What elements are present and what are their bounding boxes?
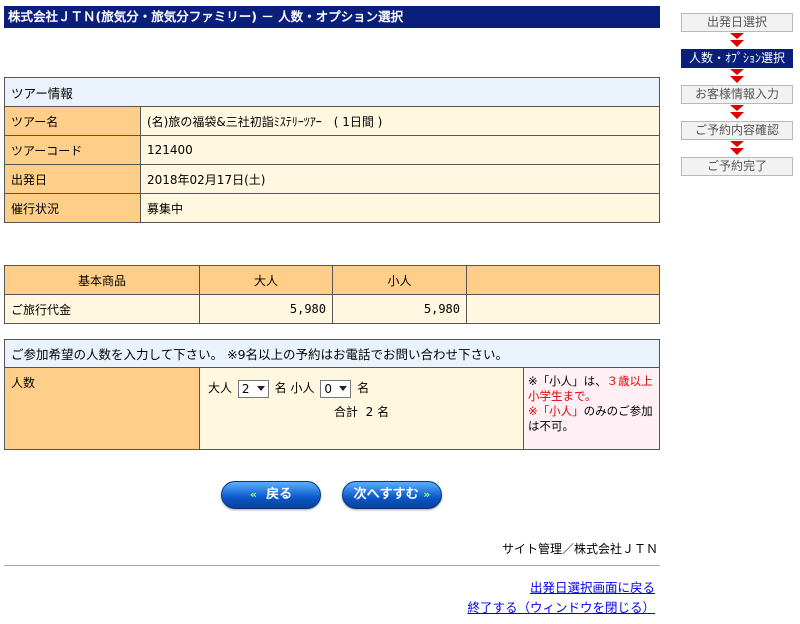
close-window-link[interactable]: 終了する（ウィンドウを閉じる） [467,597,655,616]
tour-name-label: ツアー名 [4,106,141,136]
chevron-down-icon [256,385,265,391]
divider [4,565,660,566]
back-button-label: 戻る [266,487,293,502]
step-confirm: ご予約内容確認 [681,121,793,140]
adult-count-value: 2 [241,381,250,396]
table-row: ツアーコード 121400 [4,135,660,165]
price-blank-cell [466,294,660,324]
page-title: 株式会社ＪＴＮ(旅気分・旅気分ファミリー) － 人数・オプション選択 [4,6,660,28]
step-customer-info: お客様情報入力 [681,85,793,104]
tour-status-label: 催行状況 [4,193,141,223]
table-row: ご旅行代金 5,980 5,980 [4,294,660,324]
step-complete: ご予約完了 [681,157,793,176]
child-unit: 名 [357,381,370,395]
back-to-date-link[interactable]: 出発日選択画面に戻る [530,577,655,596]
table-row: 出発日 2018年02月17日(土) [4,164,660,194]
adult-label: 大人 [208,381,233,395]
tour-price-label: ご旅行代金 [4,294,200,324]
child-price: 5,980 [332,294,467,324]
site-admin: サイト管理／株式会社ＪＴＮ [501,542,658,556]
tour-info-header: ツアー情報 [4,77,660,107]
tour-status-value: 募集中 [140,193,660,223]
child-count-value: 0 [324,381,332,396]
price-header-product: 基本商品 [4,265,200,295]
step-navigation: 出発日選択 人数・ｵﾌﾟｼｮﾝ選択 お客様情報入力 ご予約内容確認 ご予約完了 [681,13,793,176]
step-arrow-icon [681,140,793,157]
adult-price: 5,980 [199,294,333,324]
people-input-cell: 大人 2 名 小人 0 名 合計 2 名 [199,367,524,450]
note-text-red: ※「小人」 [528,404,584,418]
price-header-blank [466,265,660,295]
price-header-child: 小人 [332,265,467,295]
tour-code-label: ツアーコード [4,135,141,165]
child-note: ※「小人」は、３歳以上小学生まで。 ※「小人」のみのご参加は不可。 [523,367,660,450]
people-table: ご参加希望の人数を入力して下さい。 ※9名以上の予約はお電話でお問い合わせ下さい… [4,339,660,450]
departure-date-label: 出発日 [4,164,141,194]
table-row: 催行状況 募集中 [4,193,660,223]
tour-info-table: ツアー情報 ツアー名 (名)旅の福袋&三社初詣ﾐｽﾃﾘｰﾂｱｰ ( 1日間 ) … [4,77,660,223]
chevron-down-icon [339,385,348,391]
people-header: ご参加希望の人数を入力して下さい。 ※9名以上の予約はお電話でお問い合わせ下さい… [4,339,660,368]
next-button-label: 次へすすむ [353,487,419,502]
back-button[interactable]: « 戻る [221,481,321,509]
note-text: ※「小人」は、 [528,374,607,388]
total-unit: 名 [377,405,390,419]
adult-unit: 名 [274,381,287,395]
step-arrow-icon [681,68,793,85]
child-count-select[interactable]: 0 [320,379,352,398]
double-chevron-right-icon: » [423,488,431,501]
child-label: 小人 [290,381,315,395]
people-label: 人数 [4,367,200,450]
tour-name-value: (名)旅の福袋&三社初詣ﾐｽﾃﾘｰﾂｱｰ ( 1日間 ) [140,106,660,136]
step-arrow-icon [681,32,793,49]
price-header-adult: 大人 [199,265,333,295]
double-chevron-left-icon: « [249,488,258,501]
total-label: 合計 [334,405,359,419]
tour-code-value: 121400 [140,135,660,165]
departure-date-value: 2018年02月17日(土) [140,164,660,194]
step-departure-date: 出発日選択 [681,13,793,32]
step-people-options: 人数・ｵﾌﾟｼｮﾝ選択 [681,49,793,68]
next-button[interactable]: 次へすすむ » [342,481,442,509]
table-row: ツアー名 (名)旅の福袋&三社初詣ﾐｽﾃﾘｰﾂｱｰ ( 1日間 ) [4,106,660,136]
total-value: 2 [365,405,374,419]
step-arrow-icon [681,104,793,121]
price-table: 基本商品 大人 小人 ご旅行代金 5,980 5,980 [4,265,660,324]
adult-count-select[interactable]: 2 [237,379,269,398]
